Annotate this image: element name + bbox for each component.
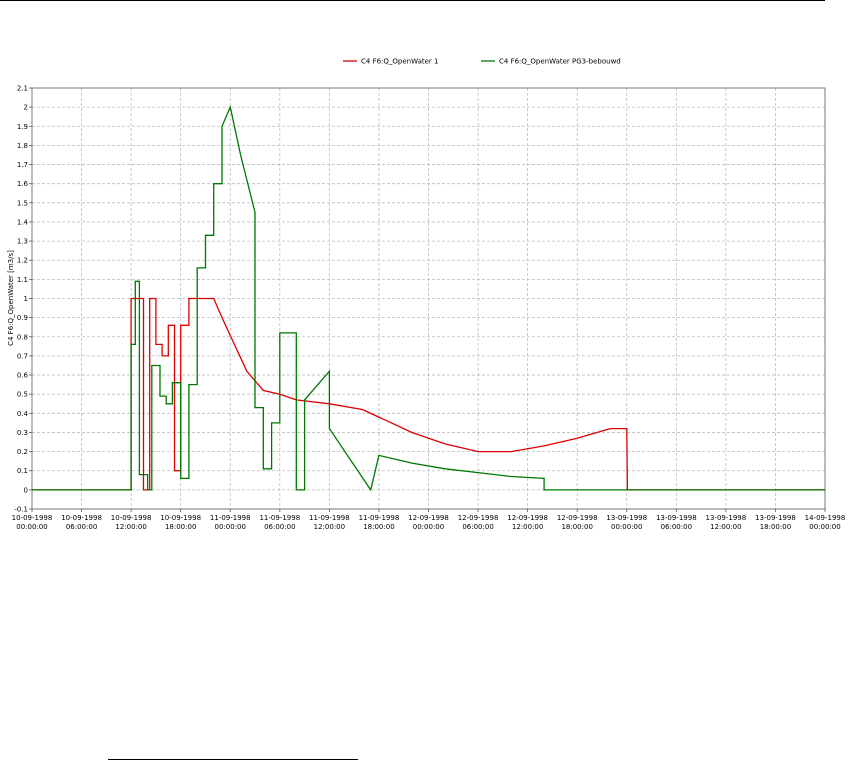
y-tick-label: 0 <box>24 486 28 494</box>
x-tick-label: 13-09-1998 00:00:00 <box>606 514 647 531</box>
y-tick-label: 0.5 <box>17 391 28 399</box>
x-tick-label: 13-09-1998 18:00:00 <box>755 514 796 531</box>
y-axis-ticks: -0.1 0 0.1 0.2 0.3 0.4 0.5 0.6 0.7 0.8 0.9 1 1.1 1.2 1… <box>14 85 32 514</box>
legend-label: C4 F6:Q_OpenWater PG3-bebouwd <box>499 58 621 66</box>
x-tick-label: 11-09-1998 12:00:00 <box>309 514 350 531</box>
x-tick-label: 14-09-1998 00:00:00 <box>805 514 846 531</box>
y-axis-label: C4 F6:Q_OpenWater [m3/s] <box>7 250 15 346</box>
y-tick-label: 0.4 <box>17 410 29 418</box>
y-tick-label: 2 <box>24 104 28 112</box>
x-tick-label: 10-09-1998 18:00:00 <box>160 514 201 531</box>
legend-label: C4 F6:Q_OpenWater 1 <box>361 58 438 66</box>
y-tick-label: 2.1 <box>17 85 28 93</box>
x-tick-label: 10-09-1998 12:00:00 <box>111 514 152 531</box>
y-tick-label: 0.8 <box>17 333 28 341</box>
x-axis-ticks: 10-09-1998 00:00:00 10-09-1998 06:00:00 10-0… <box>12 509 846 531</box>
y-tick-label: 1.8 <box>17 142 28 150</box>
y-tick-label: 1.4 <box>17 218 29 226</box>
x-tick-label: 10-09-1998 06:00:00 <box>61 514 102 531</box>
x-tick-label: 11-09-1998 00:00:00 <box>210 514 251 531</box>
x-tick-label: 13-09-1998 12:00:00 <box>706 514 747 531</box>
x-tick-label: 12-09-1998 06:00:00 <box>458 514 499 531</box>
x-tick-label: 10-09-1998 00:00:00 <box>12 514 53 531</box>
x-tick-label: 13-09-1998 06:00:00 <box>656 514 697 531</box>
y-tick-label: 1.1 <box>17 276 28 284</box>
y-tick-label: 1.3 <box>17 238 28 246</box>
x-tick-label: 12-09-1998 18:00:00 <box>557 514 598 531</box>
x-tick-label: 11-09-1998 06:00:00 <box>259 514 300 531</box>
legend: C4 F6:Q_OpenWater 1 C4 F6:Q_OpenWater PG3… <box>343 58 621 66</box>
y-tick-label: 0.1 <box>17 467 28 475</box>
y-tick-label: 1.6 <box>17 180 29 188</box>
y-tick-label: 0.9 <box>17 314 28 322</box>
y-tick-label: 0.6 <box>17 372 29 380</box>
y-tick-label: 1.5 <box>17 199 28 207</box>
y-tick-label: -0.1 <box>14 506 28 514</box>
x-tick-label: 11-09-1998 18:00:00 <box>359 514 400 531</box>
x-tick-label: 12-09-1998 12:00:00 <box>507 514 548 531</box>
y-tick-label: 1.9 <box>17 123 28 131</box>
y-tick-label: 1 <box>24 295 28 303</box>
y-tick-label: 1.2 <box>17 257 28 265</box>
x-tick-label: 12-09-1998 00:00:00 <box>408 514 449 531</box>
line-chart: -0.1 0 0.1 0.2 0.3 0.4 0.5 0.6 0.7 0.8 0.9 1 1.1 1.2 1… <box>7 58 846 532</box>
y-tick-label: 0.2 <box>17 448 28 456</box>
y-tick-label: 0.7 <box>17 352 28 360</box>
y-tick-label: 1.7 <box>17 161 28 169</box>
y-tick-label: 0.3 <box>17 429 28 437</box>
